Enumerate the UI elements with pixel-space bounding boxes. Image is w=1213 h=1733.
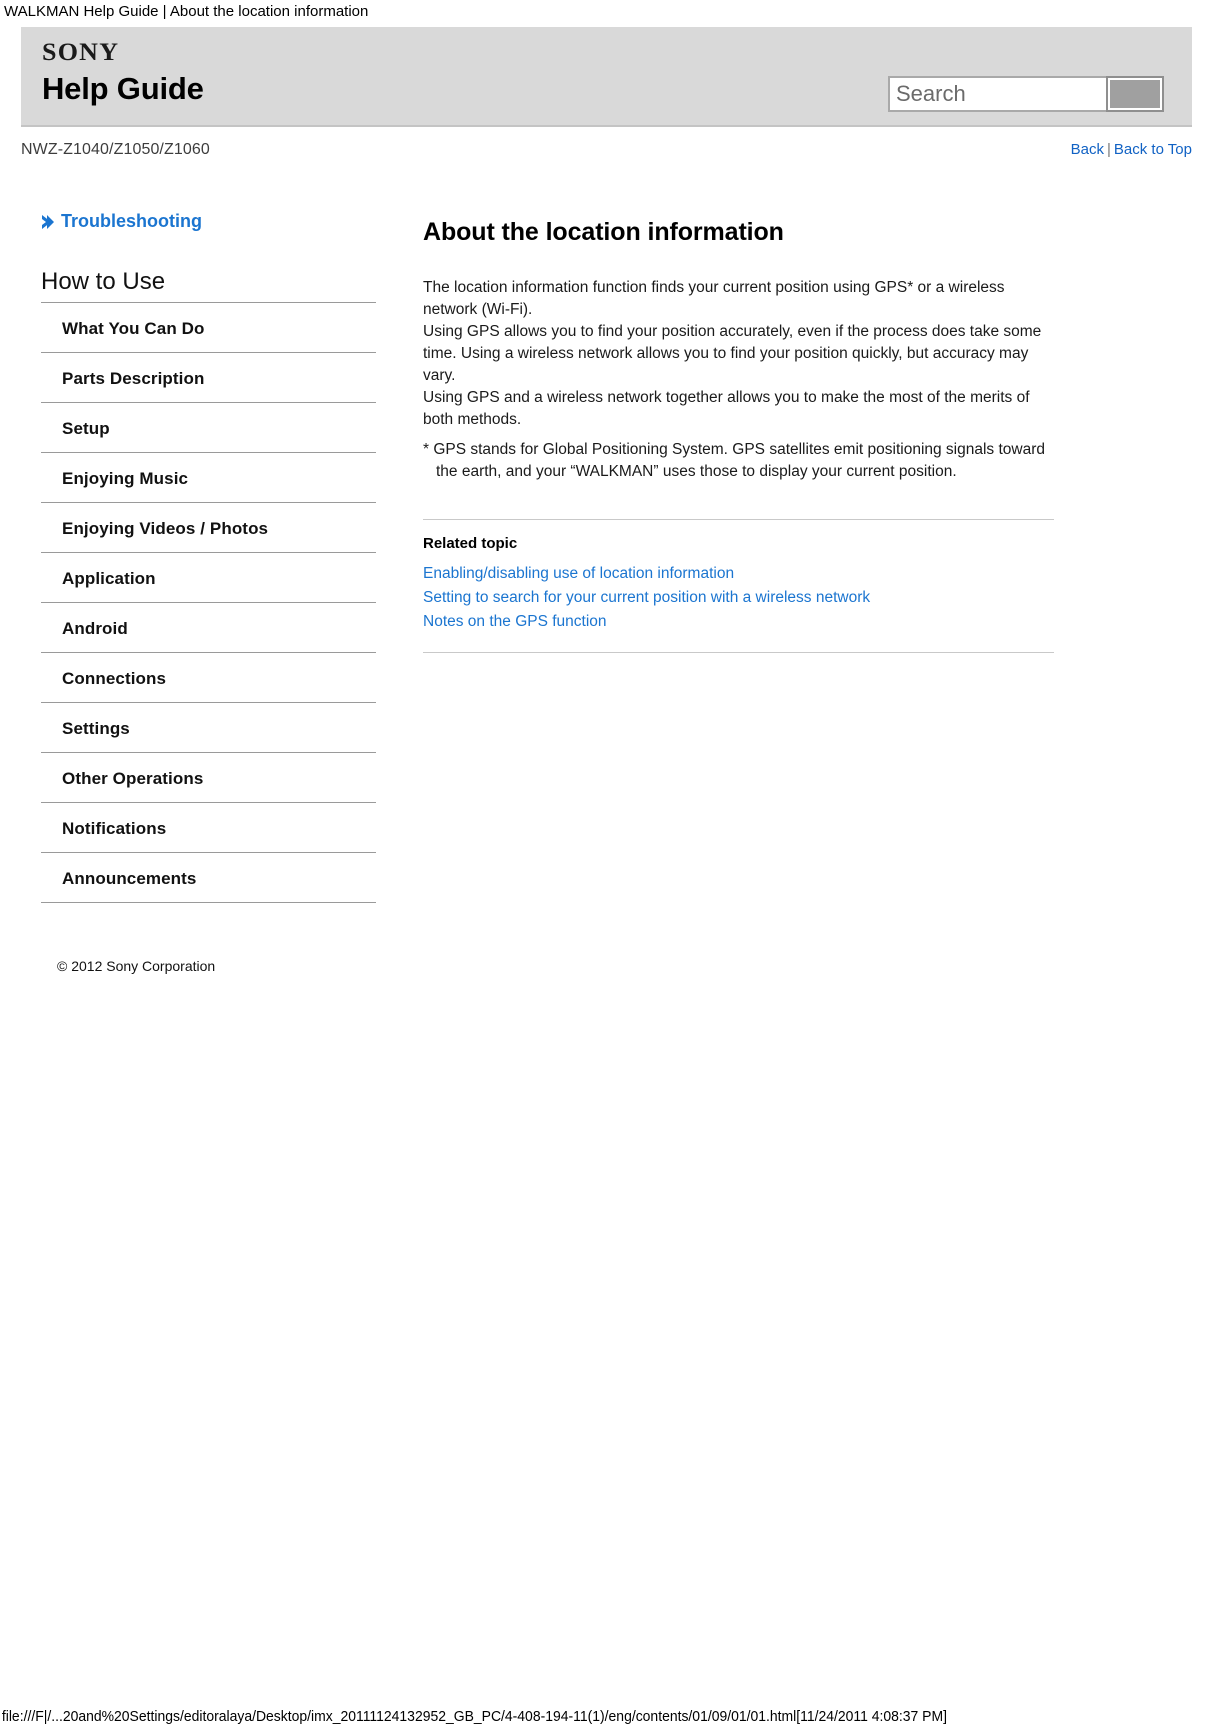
sidebar-item-enjoying-music[interactable]: Enjoying Music — [41, 453, 376, 503]
site-header-banner: SONY Help Guide — [21, 27, 1192, 127]
copyright-notice: © 2012 Sony Corporation — [57, 958, 216, 974]
sidebar-item-connections[interactable]: Connections — [41, 653, 376, 703]
page-content: Troubleshooting How to Use What You Can … — [21, 211, 1192, 974]
chevron-right-icon — [41, 214, 55, 230]
related-link-setting-search-wireless[interactable]: Setting to search for your current posit… — [423, 586, 1054, 610]
search-button[interactable] — [1106, 76, 1164, 112]
browser-page-title: WALKMAN Help Guide | About the location … — [4, 3, 369, 20]
sidebar-item-announcements[interactable]: Announcements — [41, 853, 376, 903]
sidebar-item-parts-description[interactable]: Parts Description — [41, 353, 376, 403]
sidebar-item-troubleshooting-label: Troubleshooting — [61, 211, 202, 231]
sidebar-item-other-operations[interactable]: Other Operations — [41, 753, 376, 803]
status-bar-url: file:///F|/...20and%20Settings/editorala… — [1, 1708, 947, 1725]
sidebar-item-android[interactable]: Android — [41, 603, 376, 653]
related-link-notes-gps-function[interactable]: Notes on the GPS function — [423, 610, 1054, 634]
article-paragraph-1: The location information function finds … — [423, 279, 1005, 318]
search-input[interactable] — [888, 76, 1106, 112]
related-topic-heading: Related topic — [423, 535, 518, 552]
article: About the location information The locat… — [376, 211, 1192, 653]
article-footnote: * GPS stands for Global Positioning Syst… — [423, 441, 1046, 480]
back-link[interactable]: Back — [1071, 141, 1104, 158]
sidebar-item-notifications[interactable]: Notifications — [41, 803, 376, 853]
article-paragraph-2: Using GPS allows you to find your positi… — [423, 323, 1042, 384]
search-area — [888, 76, 1164, 112]
header-nav-links: Back | Back to Top — [1071, 141, 1192, 158]
sidebar-item-enjoying-videos-photos[interactable]: Enjoying Videos / Photos — [41, 503, 376, 553]
sidebar: Troubleshooting How to Use What You Can … — [21, 211, 376, 974]
model-nav-row: NWZ-Z1040/Z1050/Z1060 Back | Back to Top — [21, 141, 1192, 159]
article-paragraph-3: Using GPS and a wireless network togethe… — [423, 389, 1030, 428]
sidebar-item-troubleshooting[interactable]: Troubleshooting — [41, 211, 376, 232]
sidebar-item-settings[interactable]: Settings — [41, 703, 376, 753]
related-topic-box: Related topic Enabling/disabling use of … — [423, 519, 1054, 653]
sidebar-item-setup[interactable]: Setup — [41, 403, 376, 453]
nav-separator: | — [1106, 141, 1111, 158]
sidebar-item-what-you-can-do[interactable]: What You Can Do — [41, 303, 376, 353]
article-title: About the location information — [423, 218, 784, 246]
related-link-enabling-disabling-location[interactable]: Enabling/disabling use of location infor… — [423, 562, 1054, 586]
page-title: Help Guide — [42, 71, 204, 106]
model-number: NWZ-Z1040/Z1050/Z1060 — [21, 141, 210, 158]
sidebar-nav-list: What You Can Do Parts Description Setup … — [41, 303, 376, 903]
sony-logo: SONY — [42, 39, 120, 66]
sidebar-section-heading: How to Use — [41, 268, 376, 303]
sidebar-item-application[interactable]: Application — [41, 553, 376, 603]
back-to-top-link[interactable]: Back to Top — [1114, 141, 1192, 158]
